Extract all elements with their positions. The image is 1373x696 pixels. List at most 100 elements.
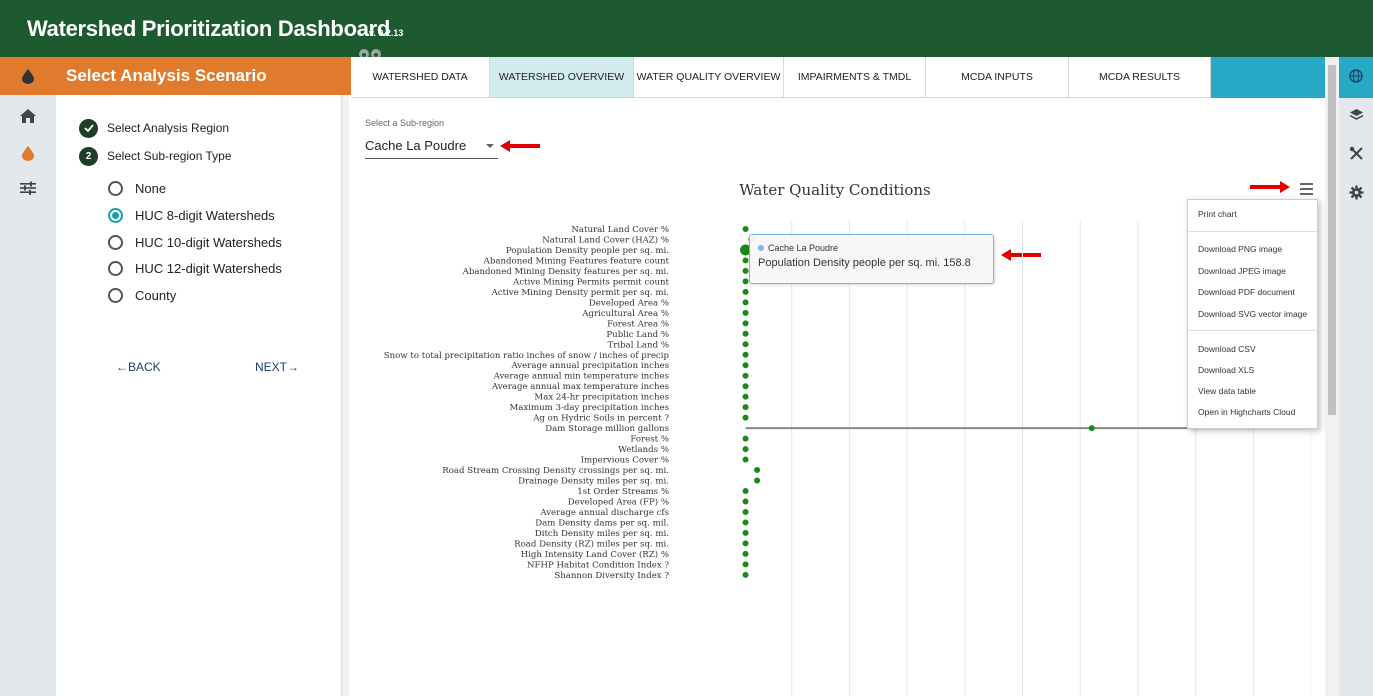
data-point[interactable] xyxy=(742,362,749,369)
data-point[interactable] xyxy=(742,529,749,536)
main-scrollbar[interactable] xyxy=(1325,57,1339,696)
data-point[interactable] xyxy=(742,435,749,442)
tab-watershed-overview[interactable]: WATERSHED OVERVIEW xyxy=(490,57,634,98)
data-point[interactable] xyxy=(742,550,749,557)
menu-download-png[interactable]: Download PNG image xyxy=(1198,244,1282,254)
scenario-header: Select Analysis Scenario xyxy=(56,57,351,95)
radio-button[interactable] xyxy=(108,287,123,303)
tab-bar: WATERSHED DATA WATERSHED OVERVIEW WATER … xyxy=(351,57,1325,98)
category-label: Average annual precipitation inches xyxy=(510,361,669,371)
data-point[interactable] xyxy=(742,498,749,505)
data-point[interactable] xyxy=(742,383,749,390)
caret-down-icon xyxy=(486,144,494,148)
data-point[interactable] xyxy=(742,341,749,348)
radio-button[interactable] xyxy=(108,180,123,196)
hamburger-menu-icon[interactable] xyxy=(1295,178,1319,200)
gear-icon[interactable] xyxy=(1339,185,1373,200)
app-version: v. 0.2.13 xyxy=(369,28,404,38)
radio-button[interactable] xyxy=(108,234,123,250)
data-point[interactable] xyxy=(754,477,761,484)
data-point[interactable] xyxy=(742,330,749,337)
data-point[interactable] xyxy=(742,519,749,526)
step-analysis-region[interactable]: Select Analysis Region xyxy=(79,118,229,138)
tab-water-quality-overview[interactable]: WATER QUALITY OVERVIEW xyxy=(634,57,784,98)
data-point[interactable] xyxy=(742,393,749,400)
data-point[interactable] xyxy=(742,309,749,316)
data-point[interactable] xyxy=(742,288,749,295)
back-button[interactable]: ←BACK xyxy=(116,360,161,374)
chart-tooltip: Cache La Poudre Population Density peopl… xyxy=(749,234,994,284)
category-label: Road Stream Crossing Density crossings p… xyxy=(442,466,669,476)
data-point[interactable] xyxy=(742,561,749,568)
data-point[interactable] xyxy=(742,571,749,578)
category-label: Agricultural Area % xyxy=(581,309,669,319)
home-icon[interactable] xyxy=(0,108,56,124)
radio-button[interactable] xyxy=(108,260,123,276)
radio-button[interactable] xyxy=(108,207,123,223)
tools-icon[interactable] xyxy=(1339,146,1373,161)
globe-icon[interactable] xyxy=(1339,69,1373,83)
left-nav-active-tab[interactable] xyxy=(0,57,56,95)
step-subregion-type[interactable]: 2 Select Sub-region Type xyxy=(79,146,232,166)
data-point[interactable] xyxy=(742,414,749,421)
data-point[interactable] xyxy=(754,467,761,474)
data-point[interactable] xyxy=(742,257,749,264)
subregion-select[interactable]: Cache La Poudre xyxy=(365,136,498,159)
data-point[interactable] xyxy=(742,320,749,327)
data-point[interactable] xyxy=(742,278,749,285)
data-point[interactable] xyxy=(742,226,749,232)
step-number: 2 xyxy=(79,146,98,166)
scrollbar-thumb[interactable] xyxy=(1328,65,1336,415)
category-label: Natural Land Cover (HAZ) % xyxy=(542,234,669,245)
radio-huc12[interactable]: HUC 12-digit Watersheds xyxy=(108,259,282,277)
data-point[interactable] xyxy=(1088,425,1095,432)
data-point[interactable] xyxy=(742,456,749,463)
step-label: Select Analysis Region xyxy=(107,121,230,135)
layers-icon[interactable] xyxy=(1339,108,1373,122)
tab-mcda-results[interactable]: MCDA RESULTS xyxy=(1069,57,1211,98)
water-drop-icon[interactable] xyxy=(0,146,56,161)
radio-none[interactable]: None xyxy=(108,179,166,197)
menu-download-jpeg[interactable]: Download JPEG image xyxy=(1198,266,1286,276)
data-point[interactable] xyxy=(742,372,749,379)
category-label: Active Mining Density permit per sq. mi. xyxy=(491,288,669,298)
right-bar-active xyxy=(1339,57,1373,98)
category-label: Road Density (RZ) miles per sq. mi. xyxy=(514,538,669,549)
menu-print-chart[interactable]: Print chart xyxy=(1198,209,1237,219)
menu-download-pdf[interactable]: Download PDF document xyxy=(1198,287,1295,297)
chart-title: Water Quality Conditions xyxy=(739,181,931,199)
right-tool-bar xyxy=(1339,57,1373,696)
data-point[interactable] xyxy=(742,351,749,358)
data-point[interactable] xyxy=(742,299,749,306)
data-point[interactable] xyxy=(742,404,749,411)
menu-view-data-table[interactable]: View data table xyxy=(1198,386,1256,396)
data-point[interactable] xyxy=(742,267,749,274)
data-point[interactable] xyxy=(742,540,749,547)
menu-download-svg[interactable]: Download SVG vector image xyxy=(1198,309,1307,319)
panel-scrollbar[interactable] xyxy=(341,95,349,696)
tab-impairments-tmdl[interactable]: IMPAIRMENTS & TMDL xyxy=(784,57,926,98)
category-label: Dam Storage million gallons xyxy=(545,424,669,434)
subregion-label: Select a Sub-region xyxy=(365,118,445,128)
radio-huc10[interactable]: HUC 10-digit Watersheds xyxy=(108,233,282,251)
tab-label: MCDA INPUTS xyxy=(961,71,1033,83)
category-label: Max 24-hr precipitation inches xyxy=(534,393,669,403)
category-label: Developed Area (FP) % xyxy=(568,496,669,507)
category-label: Snow to total precipitation ratio inches… xyxy=(384,351,670,361)
menu-download-xls[interactable]: Download XLS xyxy=(1198,365,1254,375)
sliders-icon[interactable] xyxy=(0,181,56,195)
category-label: Ag on Hydric Soils in percent ? xyxy=(532,414,669,424)
category-label: Abandoned Mining Density features per sq… xyxy=(462,267,669,277)
menu-open-highcharts-cloud[interactable]: Open in Highcharts Cloud xyxy=(1198,407,1295,417)
radio-county[interactable]: County xyxy=(108,286,176,304)
category-label: Abandoned Mining Features feature count xyxy=(483,256,670,266)
menu-download-csv[interactable]: Download CSV xyxy=(1198,344,1256,354)
data-point[interactable] xyxy=(742,446,749,453)
next-button[interactable]: NEXT→ xyxy=(255,360,299,374)
data-point[interactable] xyxy=(742,488,749,494)
annotation-arrow-icon xyxy=(500,140,540,152)
radio-huc8[interactable]: HUC 8-digit Watersheds xyxy=(108,206,275,224)
data-point[interactable] xyxy=(742,508,749,515)
tab-watershed-data[interactable]: WATERSHED DATA xyxy=(351,57,490,98)
tab-mcda-inputs[interactable]: MCDA INPUTS xyxy=(926,57,1069,98)
